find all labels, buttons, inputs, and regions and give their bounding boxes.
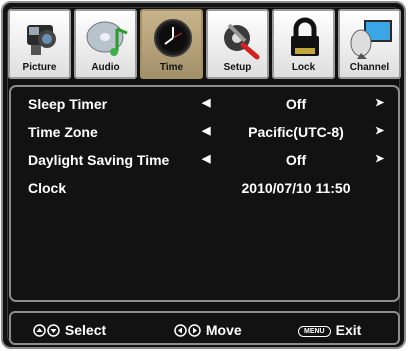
tab-channel[interactable]: Channel (338, 9, 401, 79)
select-label: Select (64, 322, 107, 338)
tab-label-picture: Picture (22, 62, 57, 73)
right-arrow-icon[interactable]: ➤ (375, 96, 384, 109)
left-arrow-icon[interactable]: ◀ (202, 152, 210, 165)
music-disc-icon (86, 21, 128, 56)
footer-bar: Select Move MENU Exit (9, 311, 400, 345)
clock-icon (154, 19, 192, 57)
tab-label-audio: Audio (91, 62, 120, 73)
tab-lock[interactable]: Lock (272, 9, 335, 79)
sleep-timer-value: Off (285, 96, 307, 112)
left-arrow-icon[interactable]: ◀ (202, 96, 210, 109)
tab-label-channel: Channel (349, 62, 390, 73)
tab-label-lock: Lock (291, 62, 316, 73)
tab-bar: Picture Audio Time Setup Lock Channel (8, 9, 401, 79)
time-zone-value: Pacific(UTC-8) (248, 124, 344, 140)
left-right-icon (174, 324, 201, 337)
left-arrow-icon[interactable]: ◀ (202, 124, 210, 137)
up-down-icon (33, 324, 60, 337)
exit-label: Exit (335, 322, 362, 338)
tab-label-time: Time (159, 62, 184, 73)
right-arrow-icon[interactable]: ➤ (375, 124, 384, 137)
tab-setup[interactable]: Setup (206, 9, 269, 79)
clock-row[interactable]: Clock 2010/07/10 11:50 (11, 177, 398, 201)
clock-label: Clock (28, 180, 67, 196)
time-zone-row[interactable]: Time Zone ◀ Pacific(UTC-8) ➤ (11, 121, 398, 145)
time-settings-panel: Sleep Timer ◀ Off ➤ Time Zone ◀ Pacific(… (9, 85, 400, 302)
camcorder-icon (27, 25, 56, 55)
tab-picture[interactable]: Picture (8, 9, 71, 79)
menu-key-icon: MENU (298, 326, 331, 337)
wrench-gear-icon (224, 23, 260, 60)
time-zone-label: Time Zone (28, 124, 98, 140)
move-hint: Move (174, 322, 242, 338)
move-label: Move (205, 322, 242, 338)
tab-label-setup: Setup (223, 62, 252, 73)
exit-hint: MENU Exit (298, 322, 361, 338)
satellite-dish-icon (350, 20, 392, 59)
right-arrow-icon[interactable]: ➤ (375, 152, 384, 165)
sleep-timer-label: Sleep Timer (28, 96, 108, 112)
daylight-saving-value: Off (285, 152, 307, 168)
daylight-saving-label: Daylight Saving Time (28, 152, 170, 168)
daylight-saving-row[interactable]: Daylight Saving Time ◀ Off ➤ (11, 149, 398, 173)
sleep-timer-row[interactable]: Sleep Timer ◀ Off ➤ (11, 93, 398, 117)
clock-value: 2010/07/10 11:50 (241, 180, 351, 196)
tab-time[interactable]: Time (140, 9, 203, 79)
padlock-icon (291, 17, 319, 56)
tab-audio[interactable]: Audio (74, 9, 137, 79)
select-hint: Select (33, 322, 106, 338)
